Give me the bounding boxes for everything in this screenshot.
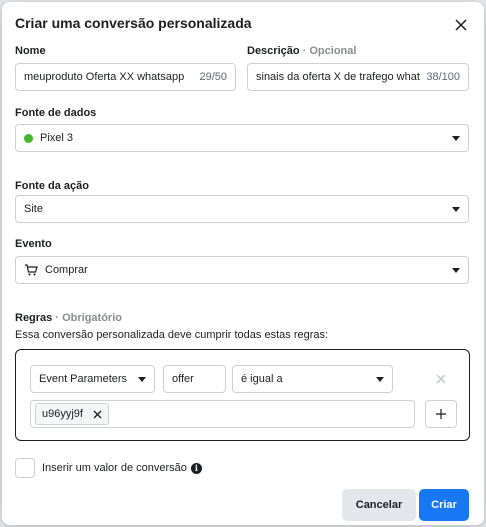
rule-key-value: offer — [172, 373, 194, 385]
remove-rule-button[interactable] — [432, 370, 450, 388]
close-icon — [455, 19, 467, 31]
cancel-button[interactable]: Cancelar — [342, 489, 416, 521]
action-source-value: Site — [24, 203, 43, 215]
rule-values-input[interactable]: u96yyj9f — [30, 400, 415, 428]
close-icon — [436, 374, 446, 384]
conversion-value-checkbox[interactable] — [15, 458, 35, 478]
plus-icon — [436, 409, 446, 419]
chevron-down-icon — [452, 135, 460, 141]
status-dot-icon — [24, 133, 33, 143]
rule-operator-select[interactable]: é igual a — [232, 365, 393, 393]
action-source-select[interactable]: Site — [15, 195, 469, 223]
description-input-value: sinais da oferta X de trafego whatsapp — [256, 71, 420, 83]
name-char-count: 29/50 — [199, 71, 227, 83]
rules-label: Regras · Obrigatório — [15, 312, 122, 324]
remove-chip-button[interactable] — [93, 410, 102, 419]
chevron-down-icon — [138, 376, 146, 382]
conversion-value-label-wrap: Inserir um valor de conversão i — [42, 462, 202, 474]
chevron-down-icon — [452, 206, 460, 212]
description-char-count: 38/100 — [426, 71, 460, 83]
rules-label-text: Regras — [15, 312, 53, 324]
data-source-label: Fonte de dados — [15, 107, 97, 119]
value-chip: u96yyj9f — [35, 403, 109, 425]
description-label: Descrição · Opcional — [247, 45, 356, 57]
name-label: Nome — [15, 45, 46, 57]
rules-required-tag: · Obrigatório — [55, 312, 122, 324]
event-select[interactable]: Comprar — [15, 256, 469, 284]
info-icon[interactable]: i — [190, 462, 202, 474]
value-chip-label: u96yyj9f — [42, 408, 83, 420]
name-input-value: meuproduto Oferta XX whatsapp — [24, 71, 185, 83]
shopping-cart-icon — [25, 264, 38, 276]
rule-builder: Event Parameters offer é igual a u96yyj9… — [15, 349, 470, 441]
name-input[interactable]: meuproduto Oferta XX whatsapp 29/50 — [15, 63, 236, 91]
rule-parameter-value: Event Parameters — [39, 373, 128, 385]
rule-parameter-select[interactable]: Event Parameters — [30, 365, 155, 393]
event-value: Comprar — [45, 264, 88, 276]
action-source-label: Fonte da ação — [15, 180, 89, 192]
rule-key-input[interactable]: offer — [163, 365, 226, 393]
chevron-down-icon — [452, 267, 460, 273]
chevron-down-icon — [376, 376, 384, 382]
rule-operator-value: é igual a — [241, 373, 283, 385]
rules-description: Essa conversão personalizada deve cumpri… — [15, 329, 329, 341]
data-source-select[interactable]: Pixel 3 — [15, 124, 469, 152]
description-label-text: Descrição — [247, 45, 300, 57]
description-input[interactable]: sinais da oferta X de trafego whatsapp 3… — [247, 63, 469, 91]
event-label: Evento — [15, 238, 52, 250]
dialog-title: Criar uma conversão personalizada — [15, 15, 252, 31]
description-optional-tag: · Opcional — [302, 45, 357, 57]
data-source-value: Pixel 3 — [40, 132, 74, 144]
create-button[interactable]: Criar — [419, 489, 469, 521]
add-rule-value-button[interactable] — [425, 400, 457, 428]
create-custom-conversion-dialog: Criar uma conversão personalizada Nome m… — [2, 2, 484, 525]
close-icon — [93, 410, 102, 418]
conversion-value-label: Inserir um valor de conversão — [42, 462, 187, 474]
close-button[interactable] — [450, 14, 472, 36]
